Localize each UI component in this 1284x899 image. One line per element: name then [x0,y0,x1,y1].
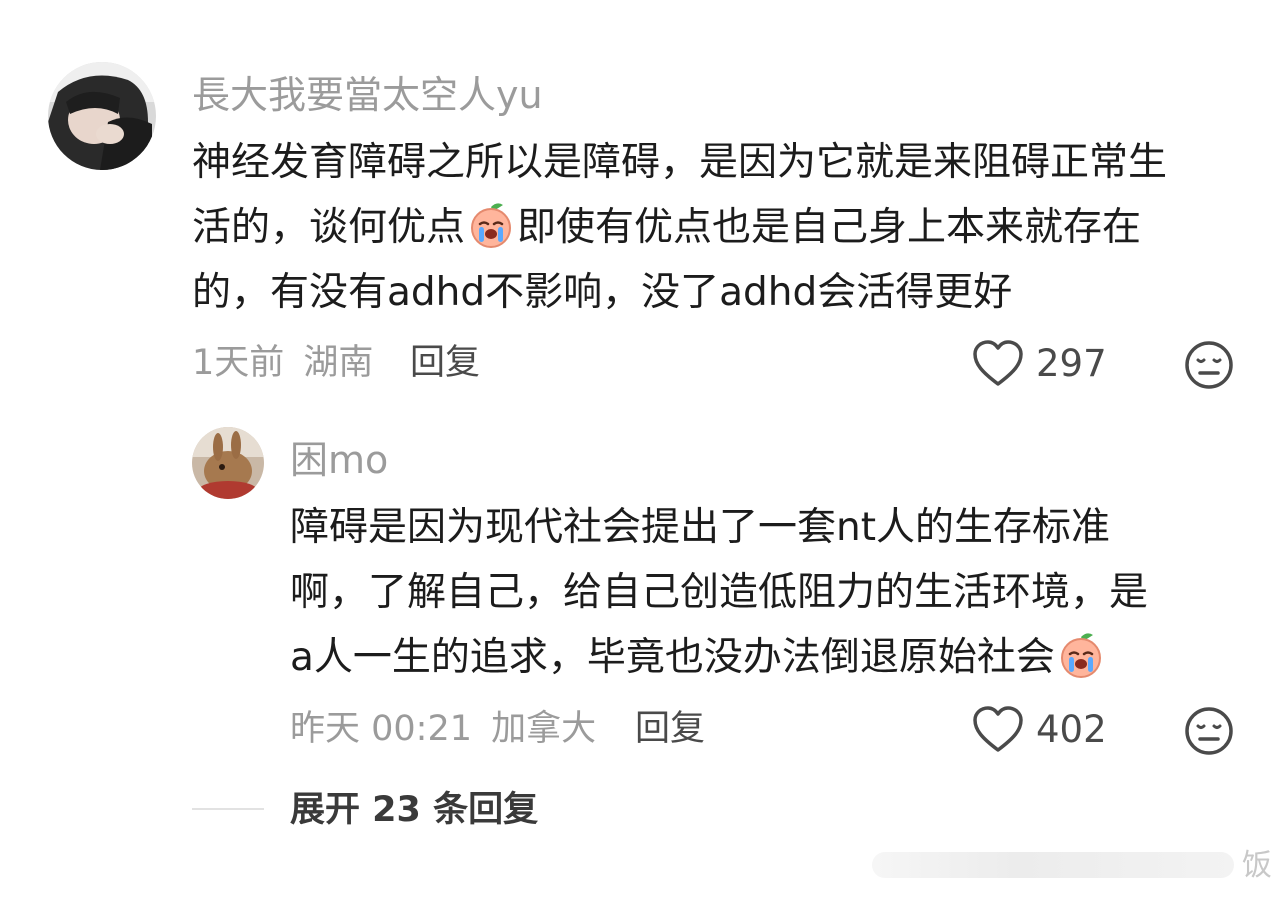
avatar-photo [192,427,264,499]
comment-line: 活的，谈何优点 即使有优点也是自己身上本来就存在 [192,195,1167,260]
heart-outline-icon [973,340,1023,386]
comment-body: 神经发育障碍之所以是障碍，是因为它就是来阻碍正常生 活的，谈何优点 即使有优点也… [192,130,1167,325]
like-button[interactable]: 297 [972,340,1107,388]
comment-meta: 昨天 00:21 加拿大 [290,709,596,749]
neutral-face-icon [1185,341,1233,389]
watermark-text: 饭 [1242,848,1272,883]
expand-divider [192,808,264,810]
comment-line-segment: 即使有优点也是自己身上本来就存在 [517,205,1142,250]
crying-peach-emoji-icon [1060,633,1101,678]
avatar-user-2[interactable] [192,427,264,499]
reply-button[interactable]: 回复 [635,709,705,749]
reply-button[interactable]: 回复 [410,343,480,383]
avatar-photo [48,62,156,170]
comment-username[interactable]: 困mo [290,438,388,482]
dislike-button[interactable] [1184,706,1234,760]
heart-outline-icon [973,706,1023,752]
comment-line-segment: 活的，谈何优点 [192,205,466,250]
comment-line-segment: a人一生的追求，毕竟也没办法倒退原始社会 [290,635,1055,680]
comment-username[interactable]: 長大我要當太空人yu [192,73,543,117]
comment-line: 的，有没有adhd不影响，没了adhd会活得更好 [192,270,1013,315]
comment-line: 啊，了解自己，给自己创造低阻力的生活环境，是 [290,570,1149,615]
like-count: 297 [1036,342,1107,385]
comment-location: 加拿大 [491,709,597,749]
dislike-button[interactable] [1184,340,1234,394]
comment-meta: 1天前 湖南 [192,343,373,383]
comment-time: 1天前 [192,343,285,383]
watermark-bar [872,852,1234,878]
comment-line: 障碍是因为现代社会提出了一套nt人的生存标准 [290,505,1111,550]
expand-replies-button[interactable]: 展开 23 条回复 [290,790,538,830]
avatar-user-1[interactable] [48,62,156,170]
like-count: 402 [1036,708,1107,751]
comment-line: 神经发育障碍之所以是障碍，是因为它就是来阻碍正常生 [192,140,1168,185]
crying-peach-emoji-icon [471,203,512,248]
like-button[interactable]: 402 [972,706,1107,754]
comment-location: 湖南 [303,343,374,383]
comment-time: 昨天 00:21 [290,709,472,749]
comment-line: a人一生的追求，毕竟也没办法倒退原始社会 [290,625,1148,690]
comment-body: 障碍是因为现代社会提出了一套nt人的生存标准 啊，了解自己，给自己创造低阻力的生… [290,495,1148,690]
neutral-face-icon [1185,707,1233,755]
